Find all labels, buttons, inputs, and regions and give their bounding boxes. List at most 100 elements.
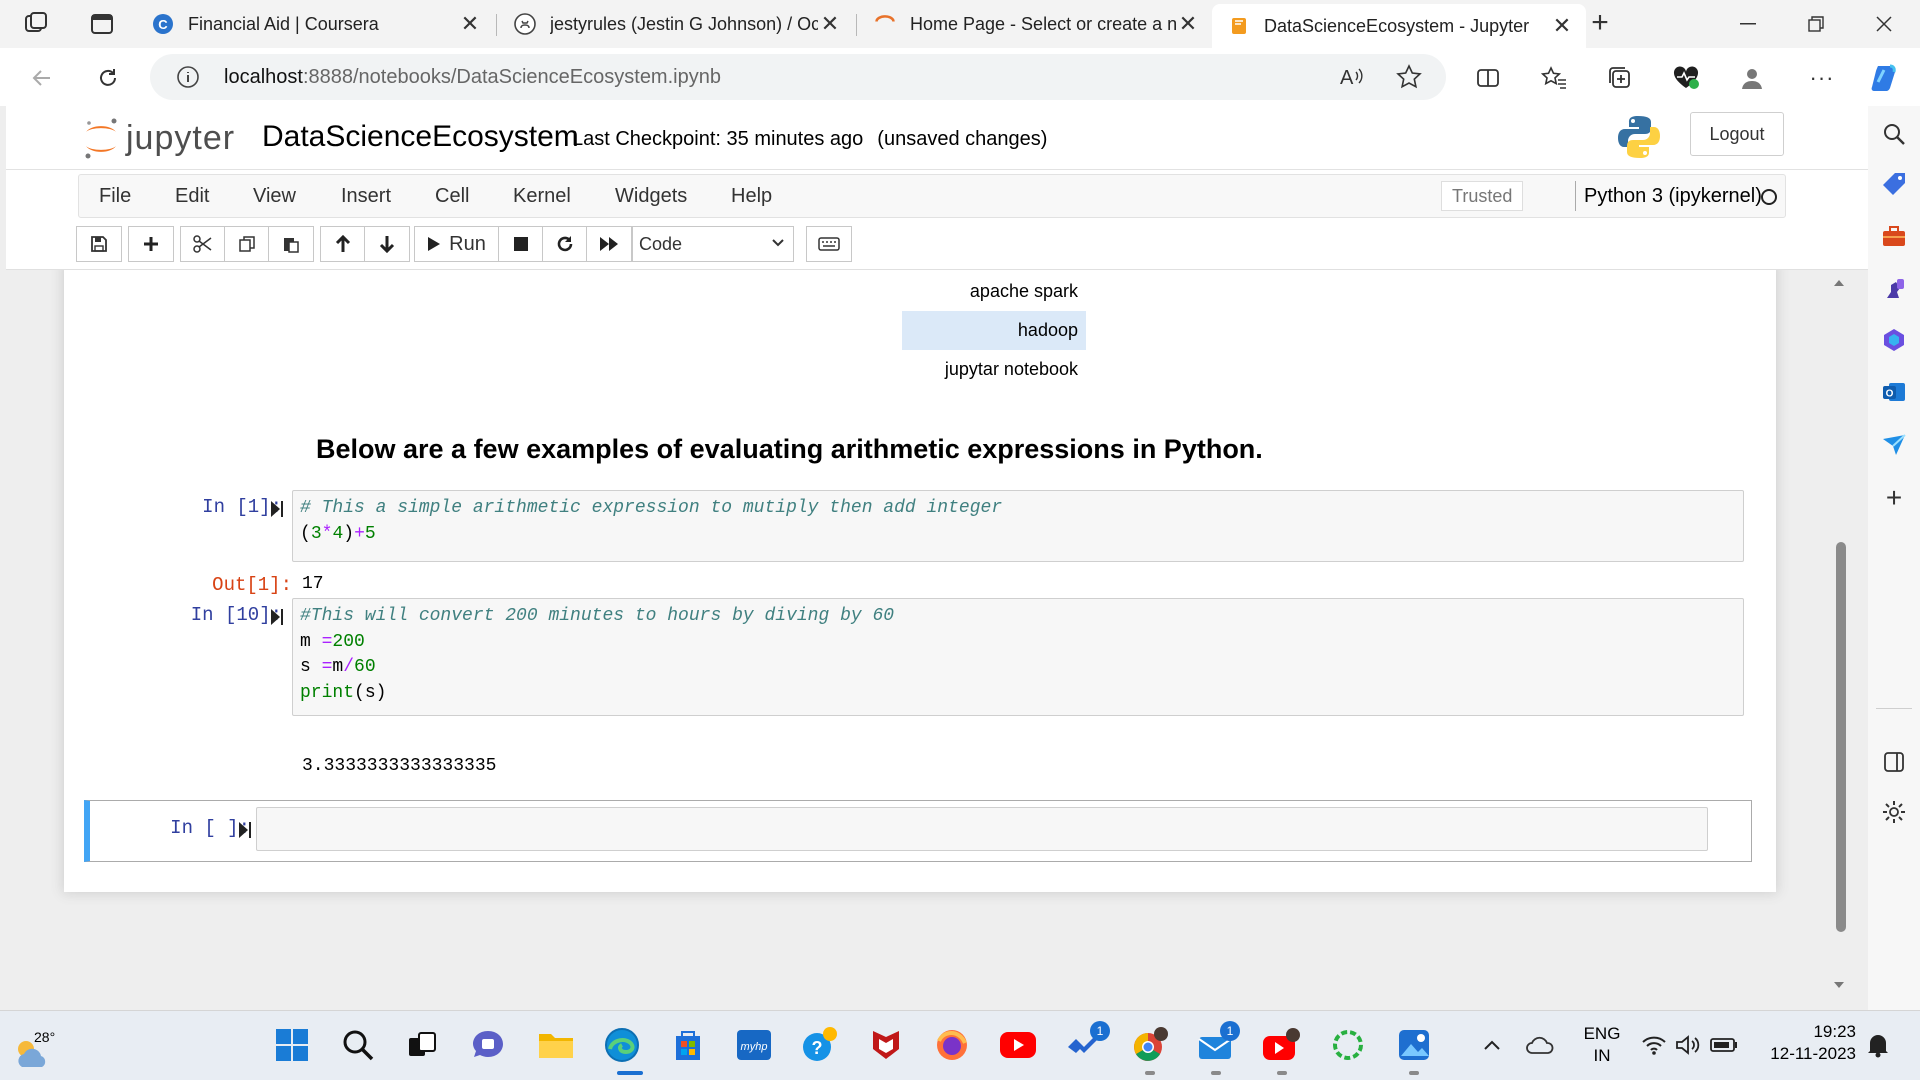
- youtube-profile-icon[interactable]: [1262, 1025, 1302, 1065]
- add-sidebar-app-icon[interactable]: +: [1880, 482, 1908, 513]
- search-icon[interactable]: [1880, 120, 1908, 148]
- mcafee-icon[interactable]: [866, 1025, 906, 1065]
- code-editor[interactable]: # This a simple arithmetic expression to…: [292, 490, 1744, 562]
- browser-essentials-icon[interactable]: [1668, 60, 1704, 96]
- save-icon[interactable]: [77, 227, 121, 261]
- menu-cell[interactable]: Cell: [435, 185, 469, 208]
- chrome-profile-icon[interactable]: [1130, 1025, 1170, 1065]
- trusted-indicator[interactable]: Trusted: [1441, 181, 1524, 211]
- close-tab-icon[interactable]: ✕: [818, 11, 842, 37]
- microsoft-365-icon[interactable]: [1880, 326, 1908, 354]
- run-cell-icon[interactable]: [270, 608, 284, 626]
- tools-briefcase-icon[interactable]: [1880, 222, 1908, 250]
- back-icon[interactable]: [24, 60, 60, 96]
- insert-cell-plus-icon[interactable]: [129, 227, 173, 261]
- read-aloud-icon[interactable]: A: [1338, 64, 1364, 90]
- close-tab-icon[interactable]: ✕: [458, 11, 482, 37]
- tab-github[interactable]: jestyrules (Jestin G Johnson) / Oc ✕: [498, 4, 854, 44]
- notebook-title[interactable]: DataScienceEcosystem: [262, 120, 579, 154]
- interrupt-stop-icon[interactable]: [499, 227, 543, 261]
- youtube-icon[interactable]: [998, 1025, 1038, 1065]
- menu-edit[interactable]: Edit: [175, 185, 209, 208]
- notification-bell-icon[interactable]: [1858, 1025, 1898, 1065]
- close-window-icon[interactable]: [1850, 0, 1918, 48]
- teams-chat-icon[interactable]: [468, 1025, 508, 1065]
- split-screen-icon[interactable]: [1470, 60, 1506, 96]
- weather-widget[interactable]: 28°: [12, 1019, 72, 1073]
- jupyter-logo[interactable]: jupyter: [82, 114, 235, 162]
- logout-button[interactable]: Logout: [1690, 112, 1784, 156]
- hide-sidebar-icon[interactable]: [1880, 748, 1908, 776]
- move-up-arrow-icon[interactable]: [321, 227, 365, 261]
- new-tab-icon[interactable]: +: [1586, 8, 1614, 38]
- command-palette-keyboard-icon[interactable]: [807, 227, 851, 261]
- tab-coursera[interactable]: C Financial Aid | Coursera ✕: [136, 4, 494, 44]
- scrollbar-thumb[interactable]: [1836, 542, 1846, 932]
- volume-speaker-icon[interactable]: [1668, 1025, 1708, 1065]
- start-windows-icon[interactable]: [272, 1025, 312, 1065]
- shopping-tag-icon[interactable]: [1880, 170, 1908, 198]
- run-cell-icon[interactable]: [270, 500, 284, 518]
- edge-browser-icon[interactable]: [602, 1025, 642, 1065]
- minimize-icon[interactable]: [1714, 0, 1782, 48]
- close-tab-icon[interactable]: ✕: [1176, 11, 1200, 37]
- file-explorer-icon[interactable]: [536, 1025, 576, 1065]
- menu-kernel[interactable]: Kernel: [513, 185, 571, 208]
- code-editor[interactable]: #This will convert 200 minutes to hours …: [292, 598, 1744, 716]
- copilot-icon[interactable]: [1868, 60, 1904, 96]
- show-hidden-icons-chevron-icon[interactable]: [1472, 1025, 1512, 1065]
- microsoft-store-icon[interactable]: [668, 1025, 708, 1065]
- drop-send-icon[interactable]: [1880, 430, 1908, 458]
- workspaces-icon[interactable]: [22, 10, 50, 38]
- menu-view[interactable]: View: [253, 185, 296, 208]
- system-clock[interactable]: 19:23 12-11-2023: [1756, 1021, 1856, 1065]
- paste-icon[interactable]: [269, 227, 313, 261]
- selected-cell[interactable]: In [ ]:: [84, 800, 1752, 862]
- restore-icon[interactable]: [1782, 0, 1850, 48]
- toolbar-group-insert: [128, 226, 174, 262]
- photos-icon[interactable]: [1394, 1025, 1434, 1065]
- run-button[interactable]: Run: [415, 227, 499, 261]
- kernel-name[interactable]: Python 3 (ipykernel): [1575, 181, 1762, 211]
- games-chess-icon[interactable]: [1880, 274, 1908, 302]
- menu-help[interactable]: Help: [731, 185, 772, 208]
- cell-type-select[interactable]: Code: [632, 226, 794, 262]
- progress-ring-icon[interactable]: [1328, 1025, 1368, 1065]
- settings-gear-icon[interactable]: [1880, 798, 1908, 826]
- address-bar[interactable]: localhost:8888/notebooks/DataScienceEcos…: [150, 54, 1446, 100]
- battery-icon[interactable]: [1704, 1025, 1744, 1065]
- more-menu-icon[interactable]: ···: [1804, 60, 1840, 96]
- firefox-icon[interactable]: [932, 1025, 972, 1065]
- get-help-icon[interactable]: ?: [800, 1025, 840, 1065]
- tab-actions-icon[interactable]: [88, 10, 116, 38]
- task-view-icon[interactable]: [402, 1025, 442, 1065]
- code-comment: #This will convert 200 minutes to hours …: [300, 606, 895, 626]
- tab-home-page[interactable]: Home Page - Select or create a n ✕: [858, 4, 1212, 44]
- menu-file[interactable]: File: [99, 185, 131, 208]
- taskbar-search-icon[interactable]: [338, 1025, 378, 1065]
- loading-spinner-icon: [874, 13, 896, 35]
- restart-kernel-icon[interactable]: [543, 227, 587, 261]
- profile-avatar-icon[interactable]: [1734, 60, 1770, 96]
- coursera-icon: C: [152, 13, 174, 35]
- collections-icon[interactable]: [1602, 60, 1638, 96]
- empty-code-editor[interactable]: [256, 807, 1708, 851]
- favorite-star-icon[interactable]: [1396, 64, 1422, 90]
- menu-insert[interactable]: Insert: [341, 185, 391, 208]
- restart-run-all-icon[interactable]: [587, 227, 631, 261]
- myhp-icon[interactable]: myhp: [734, 1025, 774, 1065]
- menu-row: File Edit View Insert Cell Kernel Widget…: [78, 174, 1786, 218]
- outlook-icon[interactable]: O: [1880, 378, 1908, 406]
- menu-widgets[interactable]: Widgets: [615, 185, 687, 208]
- refresh-icon[interactable]: [90, 60, 126, 96]
- copy-icon[interactable]: [225, 227, 269, 261]
- move-down-arrow-icon[interactable]: [365, 227, 409, 261]
- tab-jupyter-active[interactable]: DataScienceEcosystem - Jupyter ✕: [1212, 4, 1586, 48]
- site-info-icon[interactable]: [176, 65, 200, 89]
- onedrive-cloud-icon[interactable]: [1520, 1025, 1560, 1065]
- favorites-icon[interactable]: [1536, 60, 1572, 96]
- input-language-indicator[interactable]: ENG IN: [1582, 1023, 1622, 1067]
- run-cell-icon[interactable]: [238, 821, 252, 839]
- close-tab-icon[interactable]: ✕: [1550, 13, 1574, 39]
- cut-scissors-icon[interactable]: [181, 227, 225, 261]
